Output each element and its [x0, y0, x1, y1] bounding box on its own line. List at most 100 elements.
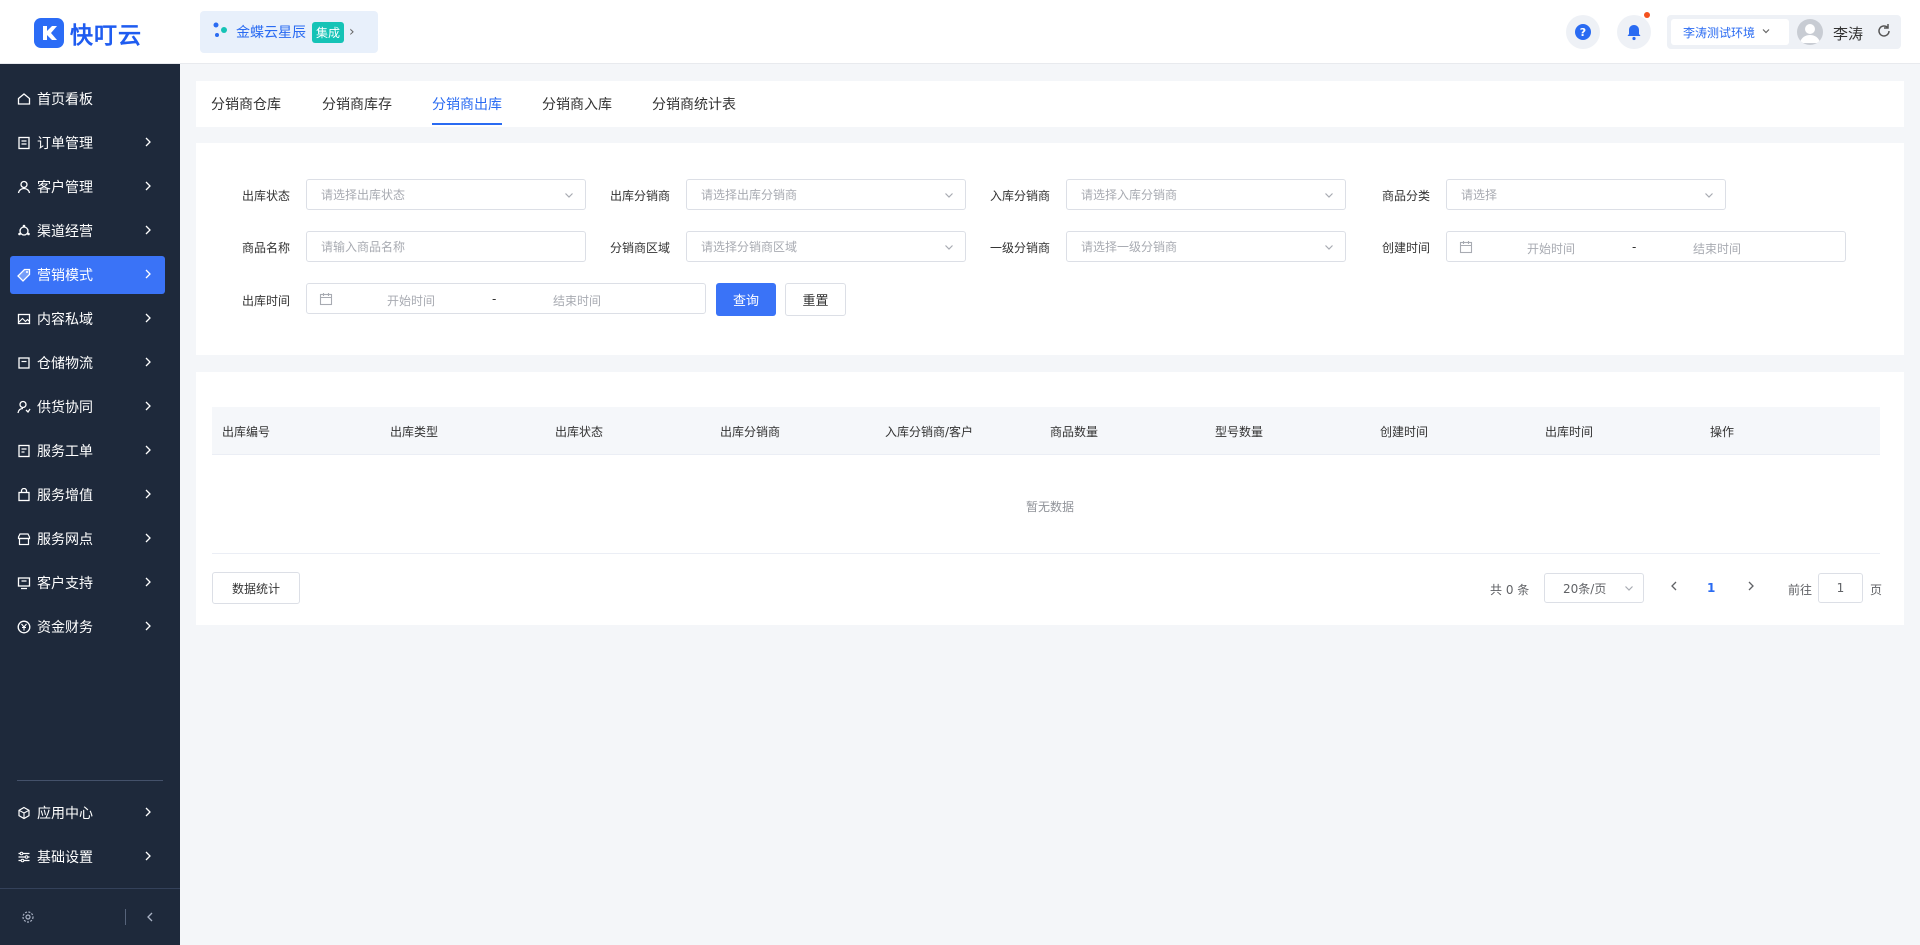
out-distributor-select[interactable]: 请选择出库分销商 — [686, 179, 966, 210]
sidebar-item-warehouse[interactable]: 仓储物流 — [10, 344, 165, 382]
gear-icon[interactable] — [21, 910, 35, 928]
filter-label: 商品分类 — [1382, 189, 1431, 203]
start-placeholder: 开始时间 — [387, 294, 436, 308]
sidebar-footer-separator — [125, 909, 126, 925]
notification-dot — [1644, 12, 1650, 18]
sidebar-item-orders[interactable]: 订单管理 — [10, 124, 165, 162]
avatar[interactable] — [1797, 19, 1823, 45]
calendar-icon — [1459, 240, 1473, 257]
page-size-select[interactable]: 20条/页 — [1544, 573, 1644, 603]
sidebar-item-label: 订单管理 — [37, 136, 93, 152]
env-user-box: 李涛测试环境 李涛 — [1667, 15, 1901, 49]
filter-label: 出库状态 — [242, 189, 291, 203]
empty-state-text: 暂无数据 — [1025, 500, 1074, 514]
home-icon — [17, 92, 31, 106]
sidebar-item-support[interactable]: 客户支持 — [10, 564, 165, 602]
tab-distributor-stats[interactable]: 分销商统计表 — [652, 94, 736, 114]
tabs-bar: 分销商仓库 分销商库存 分销商出库 分销商入库 分销商统计表 — [196, 81, 1904, 127]
column-header: 出库分销商 — [720, 425, 781, 439]
chevron-down-icon — [943, 241, 955, 256]
next-page-icon[interactable] — [1745, 578, 1757, 598]
created-date-range[interactable]: 开始时间 - 结束时间 — [1446, 231, 1846, 262]
brand-integration-chip[interactable]: 金蝶云星辰 集成 › — [200, 11, 378, 53]
svg-text:?: ? — [1580, 26, 1586, 39]
sidebar-item-customers[interactable]: 客户管理 — [10, 168, 165, 206]
sidebar-item-finance[interactable]: 资金财务 — [10, 608, 165, 646]
filter-label: 入库分销商 — [990, 189, 1051, 203]
sidebar-item-label: 渠道经营 — [37, 224, 93, 240]
prev-page-icon[interactable] — [1668, 578, 1680, 598]
sidebar-item-app-center[interactable]: 应用中心 — [10, 794, 165, 832]
query-button[interactable]: 查询 — [716, 283, 776, 316]
sidebar: 首页看板 订单管理 客户管理 渠道经营 营销模式 内容私域 仓储物流 供货协同 … — [0, 64, 180, 945]
chevron-right-icon — [143, 311, 153, 329]
brand-tag: 集成 — [312, 21, 345, 43]
product-name-input[interactable]: 请输入商品名称 — [306, 231, 586, 262]
tab-distributor-inbound[interactable]: 分销商入库 — [542, 94, 612, 114]
column-header: 创建时间 — [1380, 425, 1429, 439]
tag-icon — [17, 268, 31, 282]
sidebar-item-service-points[interactable]: 服务网点 — [10, 520, 165, 558]
column-header: 入库分销商/客户 — [885, 425, 974, 439]
help-button[interactable]: ? — [1566, 15, 1600, 49]
out-time-date-range[interactable]: 开始时间 - 结束时间 — [306, 283, 706, 314]
refresh-icon[interactable] — [1875, 22, 1893, 44]
sidebar-item-content[interactable]: 内容私域 — [10, 300, 165, 338]
chevron-down-icon — [943, 189, 955, 204]
environment-value: 李涛测试环境 — [1683, 25, 1756, 40]
settings-icon — [17, 850, 31, 864]
sidebar-item-channels[interactable]: 渠道经营 — [10, 212, 165, 250]
pagination-total: 共 0 条 — [1490, 583, 1530, 597]
column-header: 操作 — [1710, 425, 1735, 439]
chevron-right-icon — [143, 531, 153, 549]
filter-label: 出库分销商 — [610, 189, 671, 203]
reset-button[interactable]: 重置 — [785, 283, 846, 316]
calendar-icon — [319, 292, 333, 309]
tab-distributor-outbound[interactable]: 分销商出库 — [432, 94, 502, 114]
category-select[interactable]: 请选择 — [1446, 179, 1726, 210]
column-header: 出库类型 — [390, 425, 439, 439]
filter-label: 商品名称 — [242, 241, 291, 255]
sidebar-item-label: 供货协同 — [37, 400, 93, 416]
bag-icon — [17, 488, 31, 502]
sidebar-item-settings[interactable]: 基础设置 — [10, 838, 165, 876]
collapse-sidebar-icon[interactable] — [145, 910, 155, 928]
brand-name: 金蝶云星辰 — [236, 25, 306, 41]
app-logo[interactable]: 快叮云 — [34, 16, 142, 50]
tab-distributor-warehouse[interactable]: 分销商仓库 — [211, 94, 281, 114]
range-separator: - — [1632, 240, 1637, 254]
data-stats-button[interactable]: 数据统计 — [212, 572, 300, 604]
sidebar-item-label: 服务增值 — [37, 488, 93, 504]
sidebar-item-value-added[interactable]: 服务增值 — [10, 476, 165, 514]
sidebar-item-label: 资金财务 — [37, 620, 93, 636]
help-icon: ? — [1575, 24, 1591, 40]
current-page[interactable]: 1 — [1707, 581, 1715, 595]
sidebar-item-supply[interactable]: 供货协同 — [10, 388, 165, 426]
filter-label: 创建时间 — [1382, 241, 1431, 255]
out-status-select[interactable]: 请选择出库状态 — [306, 179, 586, 210]
placeholder: 请选择入库分销商 — [1081, 188, 1178, 202]
tab-distributor-inventory[interactable]: 分销商库存 — [322, 94, 392, 114]
chevron-down-icon — [1323, 189, 1335, 204]
region-select[interactable]: 请选择分销商区域 — [686, 231, 966, 262]
level1-distributor-select[interactable]: 请选择一级分销商 — [1066, 231, 1346, 262]
sidebar-divider — [17, 780, 163, 781]
range-separator: - — [492, 292, 497, 306]
environment-select[interactable]: 李涛测试环境 — [1671, 19, 1789, 45]
filter-label: 出库时间 — [242, 294, 291, 308]
page-size-value: 20条/页 — [1563, 581, 1607, 596]
notification-button[interactable] — [1617, 12, 1651, 49]
chevron-right-icon — [143, 267, 153, 285]
start-placeholder: 开始时间 — [1527, 242, 1576, 256]
warehouse-icon — [17, 356, 31, 370]
chevron-down-icon — [1623, 582, 1635, 597]
in-distributor-select[interactable]: 请选择入库分销商 — [1066, 179, 1346, 210]
support-icon — [17, 576, 31, 590]
sidebar-item-dashboard[interactable]: 首页看板 — [10, 80, 165, 118]
chevron-right-icon — [143, 487, 153, 505]
order-icon — [17, 136, 31, 150]
goto-page-input[interactable]: 1 — [1818, 573, 1863, 603]
sidebar-item-service-tickets[interactable]: 服务工单 — [10, 432, 165, 470]
sidebar-item-label: 服务网点 — [37, 532, 93, 548]
sidebar-item-marketing[interactable]: 营销模式 — [10, 256, 165, 294]
